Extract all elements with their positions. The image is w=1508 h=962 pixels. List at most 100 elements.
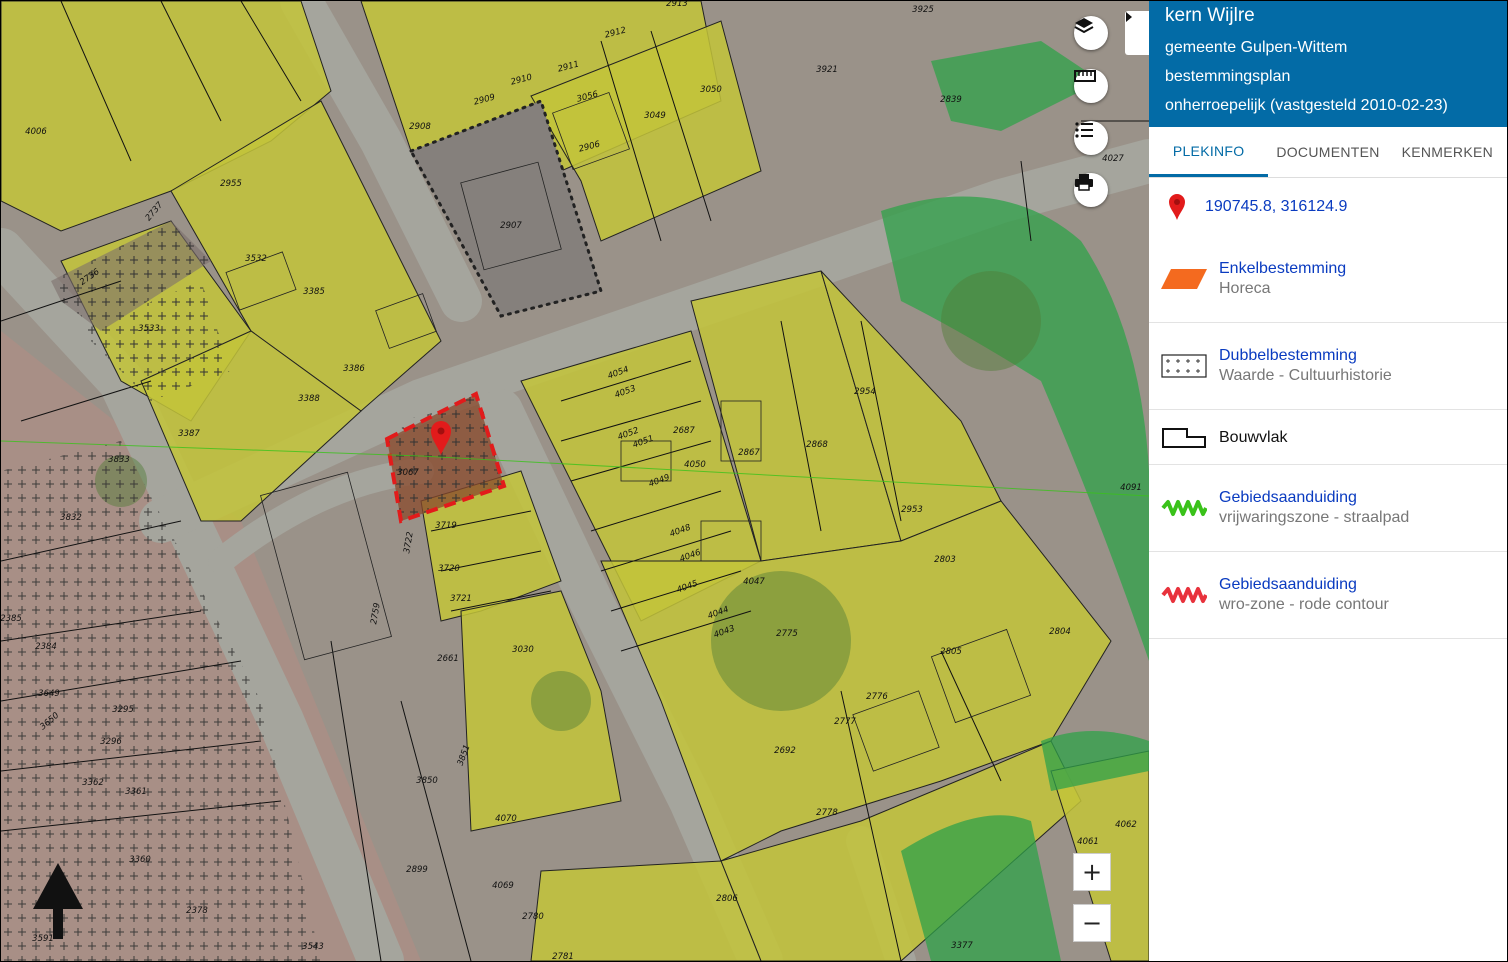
parcel-number-label: 4069	[492, 881, 514, 891]
parcel-number-label: 2775	[776, 629, 798, 639]
parcel-number-label: 3361	[125, 787, 147, 797]
parcel-number-label: 3832	[60, 513, 82, 523]
tab-plekinfo[interactable]: PLEKINFO	[1149, 127, 1269, 177]
parcel-number-label: 2803	[934, 555, 956, 565]
parcel-number-label: 3721	[450, 594, 472, 604]
zoom-in-button[interactable]: +	[1073, 853, 1111, 891]
parcel-number-label: 2780	[522, 912, 544, 922]
tab-documenten[interactable]: DOCUMENTEN	[1268, 127, 1387, 177]
parcel-number-label: 3360	[129, 855, 151, 865]
parcel-number-label: 4070	[495, 814, 517, 824]
plan-status: onherroepelijk (vastgesteld 2010-02-23)	[1165, 97, 1448, 114]
parcel-number-label: 2955	[220, 179, 242, 189]
parcel-number-label: 2777	[834, 717, 856, 727]
parcel-number-label: 3532	[245, 254, 267, 264]
parcel-number-label: 2953	[901, 505, 923, 515]
parcel-number-label: 4061	[1077, 837, 1099, 847]
parcel-number-label: 3850	[416, 776, 438, 786]
parcel-number-label: 3591	[32, 934, 54, 944]
legend-item-rode-contour[interactable]: Gebiedsaanduiding wro-zone - rode contou…	[1149, 552, 1507, 639]
parcel-number-label: 3067	[397, 468, 419, 478]
parcel-number-label: 4050	[684, 460, 706, 470]
green-zigzag-icon	[1161, 493, 1207, 523]
print-button[interactable]	[1074, 173, 1108, 207]
legend-item-straalpad[interactable]: Gebiedsaanduiding vrijwaringszone - stra…	[1149, 465, 1507, 552]
legend-item-bouwvlak: Bouwvlak	[1149, 410, 1507, 465]
ruler-icon	[1074, 70, 1096, 82]
parcel-number-label: 3543	[302, 942, 324, 952]
measure-button[interactable]	[1074, 69, 1108, 103]
parcel-number-label: 2805	[940, 647, 962, 657]
layers-icon	[1074, 18, 1094, 34]
parcel-number-label: 2661	[437, 654, 459, 664]
legend-item-dubbelbestemming[interactable]: Dubbelbestemming Waarde - Cultuurhistori…	[1149, 323, 1507, 410]
legend-title-bouwvlak: Bouwvlak	[1219, 429, 1288, 446]
layers-button[interactable]	[1074, 16, 1108, 50]
parcel-number-label: 3719	[435, 521, 457, 531]
orange-parallelogram-icon	[1161, 264, 1207, 294]
parcel-number-label: 3385	[303, 287, 325, 297]
parcel-number-label: 3030	[512, 645, 534, 655]
location-pin-icon	[1169, 194, 1185, 220]
printer-icon	[1075, 174, 1093, 191]
parcel-number-label: 3387	[178, 429, 200, 439]
tab-kenmerken[interactable]: KENMERKEN	[1388, 127, 1507, 177]
red-zigzag-icon	[1161, 580, 1207, 610]
parcel-number-label: 3296	[100, 737, 122, 747]
parcel-number-label: 2692	[774, 746, 796, 756]
parcel-number-label: 2868	[806, 440, 828, 450]
parcel-number-label: 2806	[716, 894, 738, 904]
parcel-number-label: 3921	[816, 65, 838, 75]
parcel-number-label: 3833	[108, 455, 130, 465]
parcel-number-label: 2776	[866, 692, 888, 702]
parcel-number-label: 3295	[112, 705, 134, 715]
cross-hatch-box-icon	[1161, 351, 1207, 381]
list-icon	[1075, 122, 1093, 138]
parcel-number-label: 4062	[1115, 820, 1137, 830]
legend-title-gebiedsaanduiding-2[interactable]: Gebiedsaanduiding	[1219, 576, 1389, 594]
plan-title: kern Wijlre	[1165, 5, 1255, 26]
legend-item-enkelbestemming[interactable]: Enkelbestemming Horeca	[1149, 236, 1507, 323]
parcel-number-label: 2954	[854, 387, 876, 397]
map-svg[interactable]: 4006295527373532273635333385338633883387…	[1, 1, 1149, 961]
parcel-number-label: 3377	[951, 941, 973, 951]
parcel-number-label: 2908	[409, 122, 431, 132]
parcel-number-label: 2804	[1049, 627, 1071, 637]
zoom-out-button[interactable]: −	[1073, 904, 1111, 942]
outline-shape-icon	[1161, 422, 1207, 452]
parcel-number-label: 3925	[912, 5, 934, 15]
legend-title-dubbelbestemming[interactable]: Dubbelbestemming	[1219, 347, 1392, 365]
legend-subtitle-rode-contour: wro-zone - rode contour	[1219, 596, 1389, 613]
parcel-number-label: 2867	[738, 448, 760, 458]
parcel-number-label: 2687	[673, 426, 695, 436]
legend-title-enkelbestemming[interactable]: Enkelbestemming	[1219, 260, 1346, 278]
legend-subtitle-cultuurhistorie: Waarde - Cultuurhistorie	[1219, 367, 1392, 384]
parcel-number-label: 2913	[666, 1, 688, 9]
collapse-panel-button[interactable]	[1125, 11, 1149, 55]
parcel-number-label: 4027	[1102, 154, 1124, 164]
parcel-number-label: 2907	[500, 221, 522, 231]
coordinates-link[interactable]: 190745.8, 316124.9	[1205, 198, 1347, 216]
parcel-number-label: 2781	[552, 952, 574, 961]
coordinates-row: 190745.8, 316124.9	[1149, 178, 1507, 236]
map-canvas[interactable]: 4006 2955 2737 3532 2736 3533 3385 3386 3388 3387…	[1, 1, 1149, 961]
parcel-number-label: 4091	[1120, 483, 1142, 493]
parcel-number-label: 2385	[1, 614, 22, 624]
panel-header: kern Wijlre gemeente Gulpen-Wittem beste…	[1149, 1, 1507, 127]
parcel-number-label: 3720	[438, 564, 460, 574]
caret-right-icon	[1126, 12, 1132, 22]
parcel-number-label: 2778	[816, 808, 838, 818]
legend-button[interactable]	[1074, 121, 1108, 155]
parcel-number-label: 2899	[406, 865, 428, 875]
parcel-number-label: 3362	[82, 778, 104, 788]
parcel-number-label: 3386	[343, 364, 365, 374]
panel-tabs: PLEKINFO DOCUMENTEN KENMERKEN	[1149, 127, 1507, 178]
municipality-name: gemeente Gulpen-Wittem	[1165, 39, 1348, 56]
parcel-number-label: 2839	[940, 95, 962, 105]
legend-title-gebiedsaanduiding-1[interactable]: Gebiedsaanduiding	[1219, 489, 1409, 507]
info-panel: kern Wijlre gemeente Gulpen-Wittem beste…	[1149, 1, 1507, 961]
parcel-number-label: 2378	[186, 906, 208, 916]
parcel-number-label: 2384	[35, 642, 57, 652]
parcel-number-label: 3049	[644, 111, 666, 121]
viewer: 4006 2955 2737 3532 2736 3533 3385 3386 3388 3387…	[0, 0, 1508, 962]
